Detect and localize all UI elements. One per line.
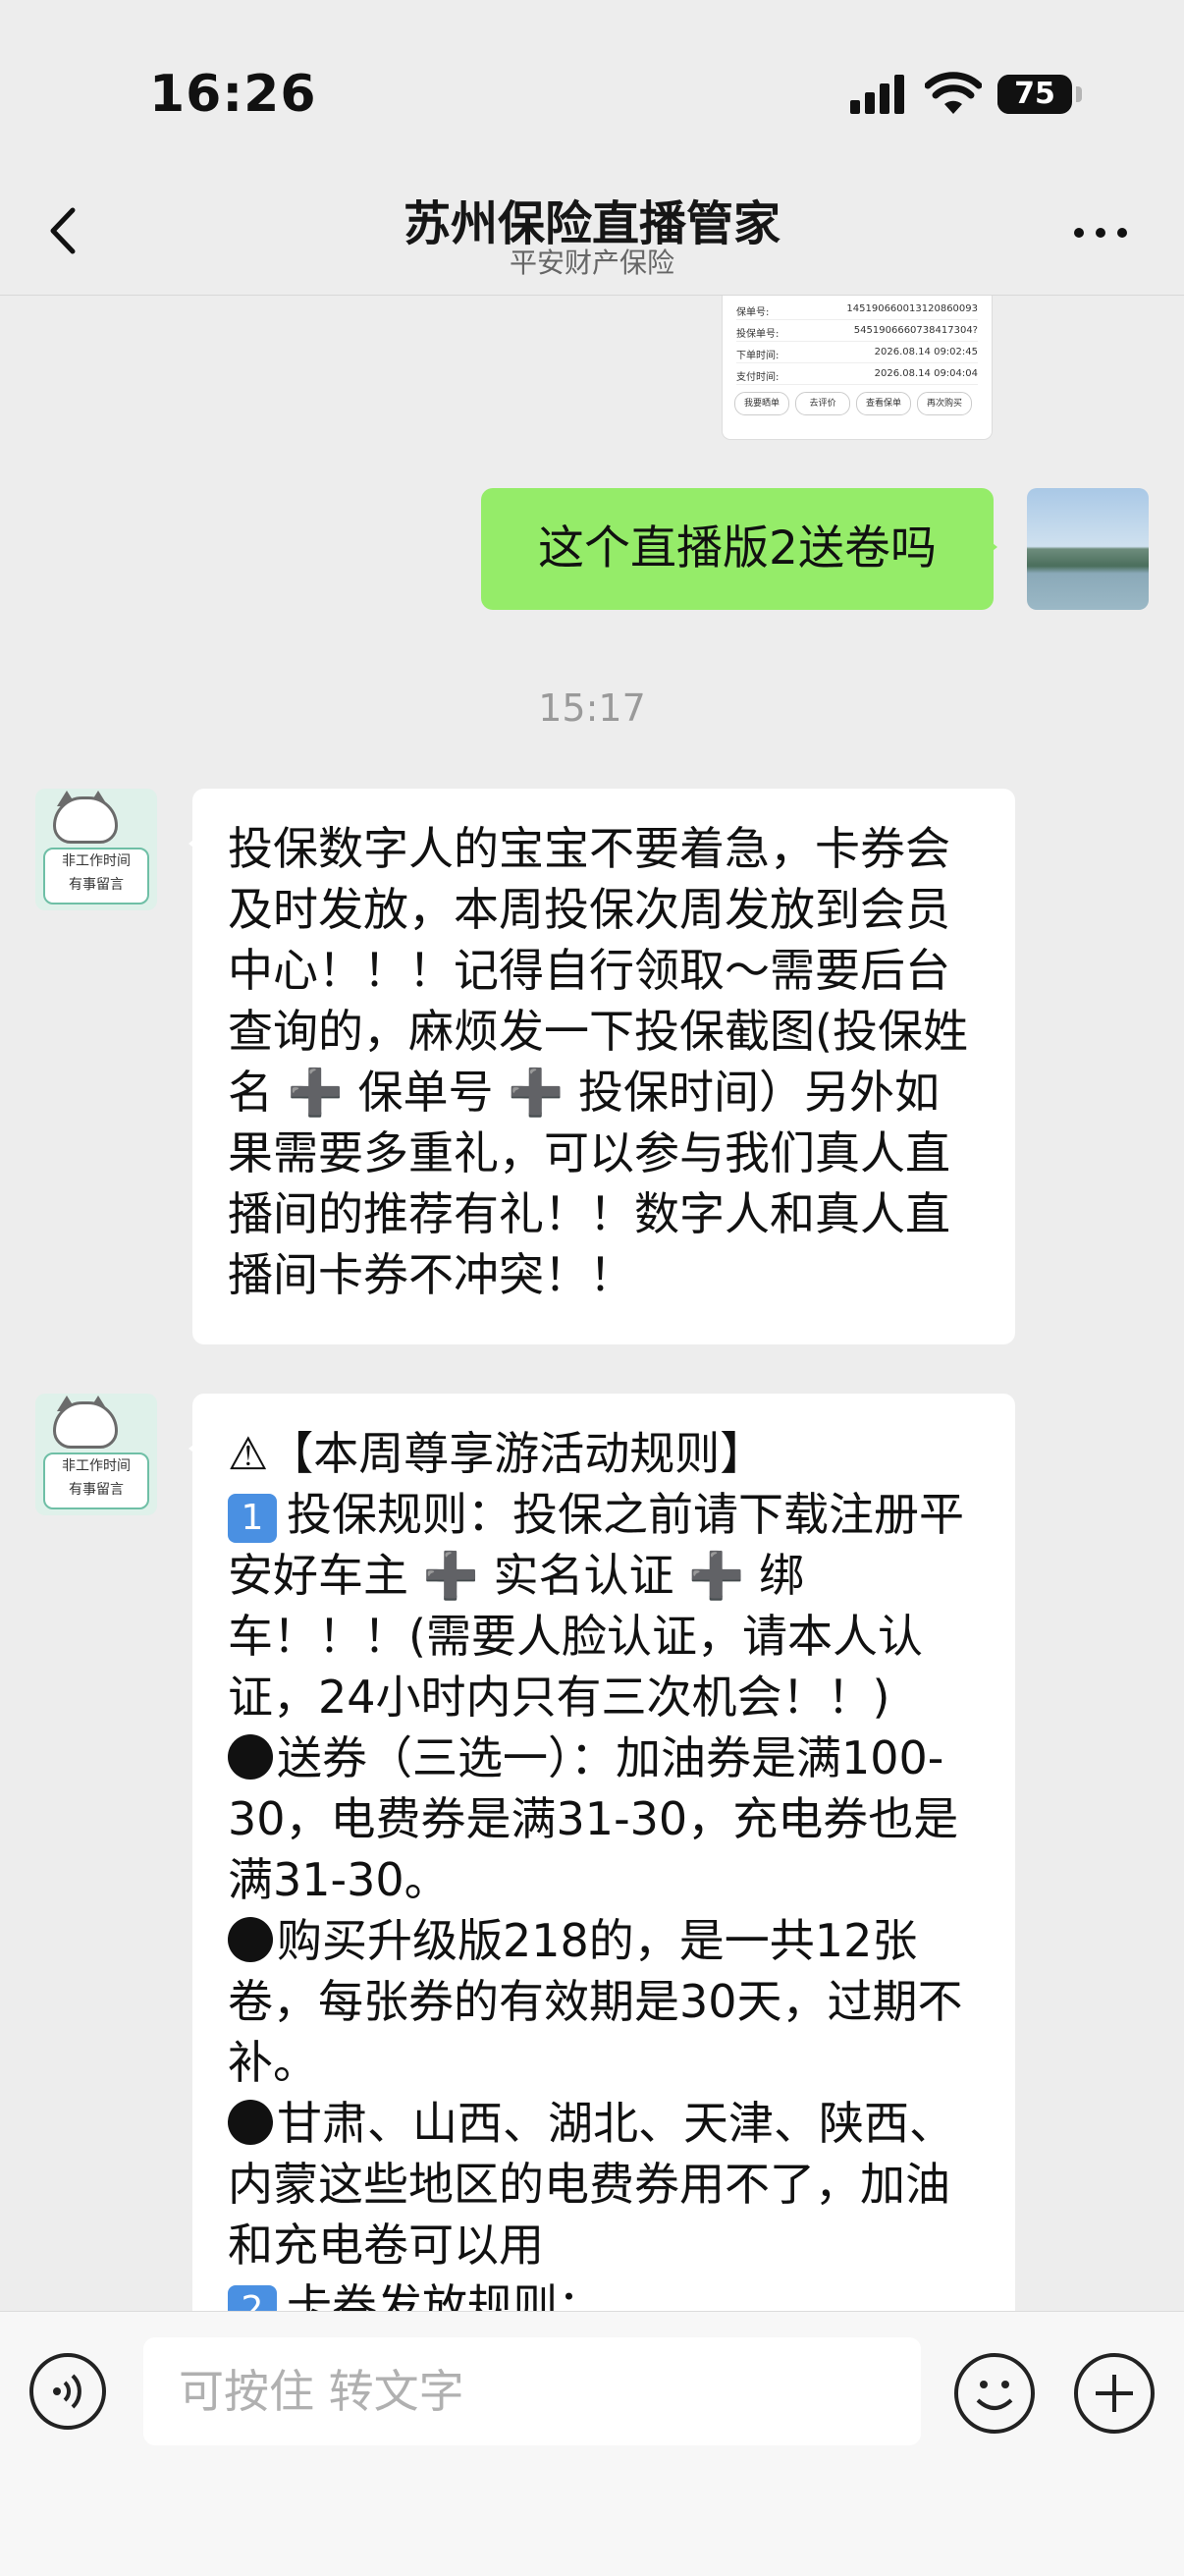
message-input[interactable]: 可按住 转文字 xyxy=(143,2337,921,2445)
order-row: 下单时间: 2026.08.14 09:02:45 xyxy=(736,343,978,363)
status-time: 16:26 xyxy=(149,65,317,124)
black-circle-icon xyxy=(228,1917,273,1962)
my-avatar[interactable] xyxy=(1027,488,1149,610)
rule-point: 甘肃、山西、湖北、天津、陕西、内蒙这些地区的电费券用不了，加油和充电卷可以用 xyxy=(228,2097,954,2272)
wifi-icon xyxy=(925,72,982,114)
bot-message-text: 投保数字人的宝宝不要着急，卡券会及时发放，本周投保次周发放到会员中心！！！记得自… xyxy=(228,822,968,1301)
chat-header: 苏州保险直播管家 平安财产保险 xyxy=(0,177,1184,296)
bot-avatar[interactable]: 非工作时间 有事留言 xyxy=(35,789,157,910)
cat-icon xyxy=(53,796,118,844)
rule-1: 1 投保规则：投保之前请下载注册平安好车主 ➕ 实名认证 ➕ 绑车！！！(需要人脸… xyxy=(228,1488,964,1724)
order-row: 支付时间: 2026.08.14 09:04:04 xyxy=(736,364,978,385)
order-button: 查看保单 xyxy=(856,392,911,415)
order-buttons: 我要晒单 去评价 查看保单 再次购买 xyxy=(734,392,982,415)
plus-icon[interactable] xyxy=(1074,2353,1155,2434)
order-button: 去评价 xyxy=(795,392,850,415)
input-bar: 可按住 转文字 xyxy=(0,2311,1184,2576)
rule-point: 购买升级版218的，是一共12张卷，每张券的有效期是30天，过期不补。 xyxy=(228,1914,963,2089)
black-circle-icon xyxy=(228,2100,273,2145)
emoji-icon[interactable] xyxy=(954,2353,1035,2434)
my-message-bubble[interactable]: 这个直播版2送卷吗 xyxy=(481,488,997,610)
chat-subtitle: 平安财产保险 xyxy=(509,247,674,279)
cat-icon xyxy=(53,1401,118,1449)
bot-message-bubble[interactable]: 投保数字人的宝宝不要着急，卡券会及时发放，本周投保次周发放到会员中心！！！记得自… xyxy=(188,789,1015,1344)
battery-cap xyxy=(1076,86,1082,102)
bot-message-bubble[interactable]: ⚠【本周尊享游活动规则】 1 投保规则：投保之前请下载注册平安好车主 ➕ 实名认证… xyxy=(188,1394,1015,2311)
bot-avatar-note: 非工作时间 有事留言 xyxy=(43,848,149,904)
bot-avatar[interactable]: 非工作时间 有事留言 xyxy=(35,1394,157,1515)
more-icon[interactable] xyxy=(1070,216,1133,246)
order-row: 保单号: 145190660013120860093 xyxy=(736,300,978,320)
rule-2: 2 卡券发放规则： xyxy=(228,2275,980,2311)
battery-icon: 75 xyxy=(997,75,1072,114)
chat-area[interactable]: 保单号: 145190660013120860093 投保单号: 5451906… xyxy=(0,296,1184,2311)
bot-avatar-note: 非工作时间 有事留言 xyxy=(43,1452,149,1509)
status-bar: 16:26 75 xyxy=(0,0,1184,187)
keycap-1-icon: 1 xyxy=(228,1493,277,1543)
rules-title: ⚠【本周尊享游活动规则】 xyxy=(228,1427,766,1480)
rule-point: 送券（三选一）：加油券是满100-30，电费券是满31-30，充电券也是满31-… xyxy=(228,1731,959,1906)
shared-order-screenshot[interactable]: 保单号: 145190660013120860093 投保单号: 5451906… xyxy=(723,296,992,439)
voice-icon[interactable] xyxy=(29,2353,106,2430)
order-button: 再次购买 xyxy=(917,392,972,415)
black-circle-icon xyxy=(228,1734,273,1780)
order-button: 我要晒单 xyxy=(734,392,789,415)
message-timestamp: 15:17 xyxy=(538,686,646,730)
battery-level: 75 xyxy=(1014,77,1055,111)
order-row: 投保单号: 5451906660738417304? xyxy=(736,321,978,342)
signal-icon xyxy=(850,75,905,114)
keycap-2-icon: 2 xyxy=(228,2284,277,2311)
